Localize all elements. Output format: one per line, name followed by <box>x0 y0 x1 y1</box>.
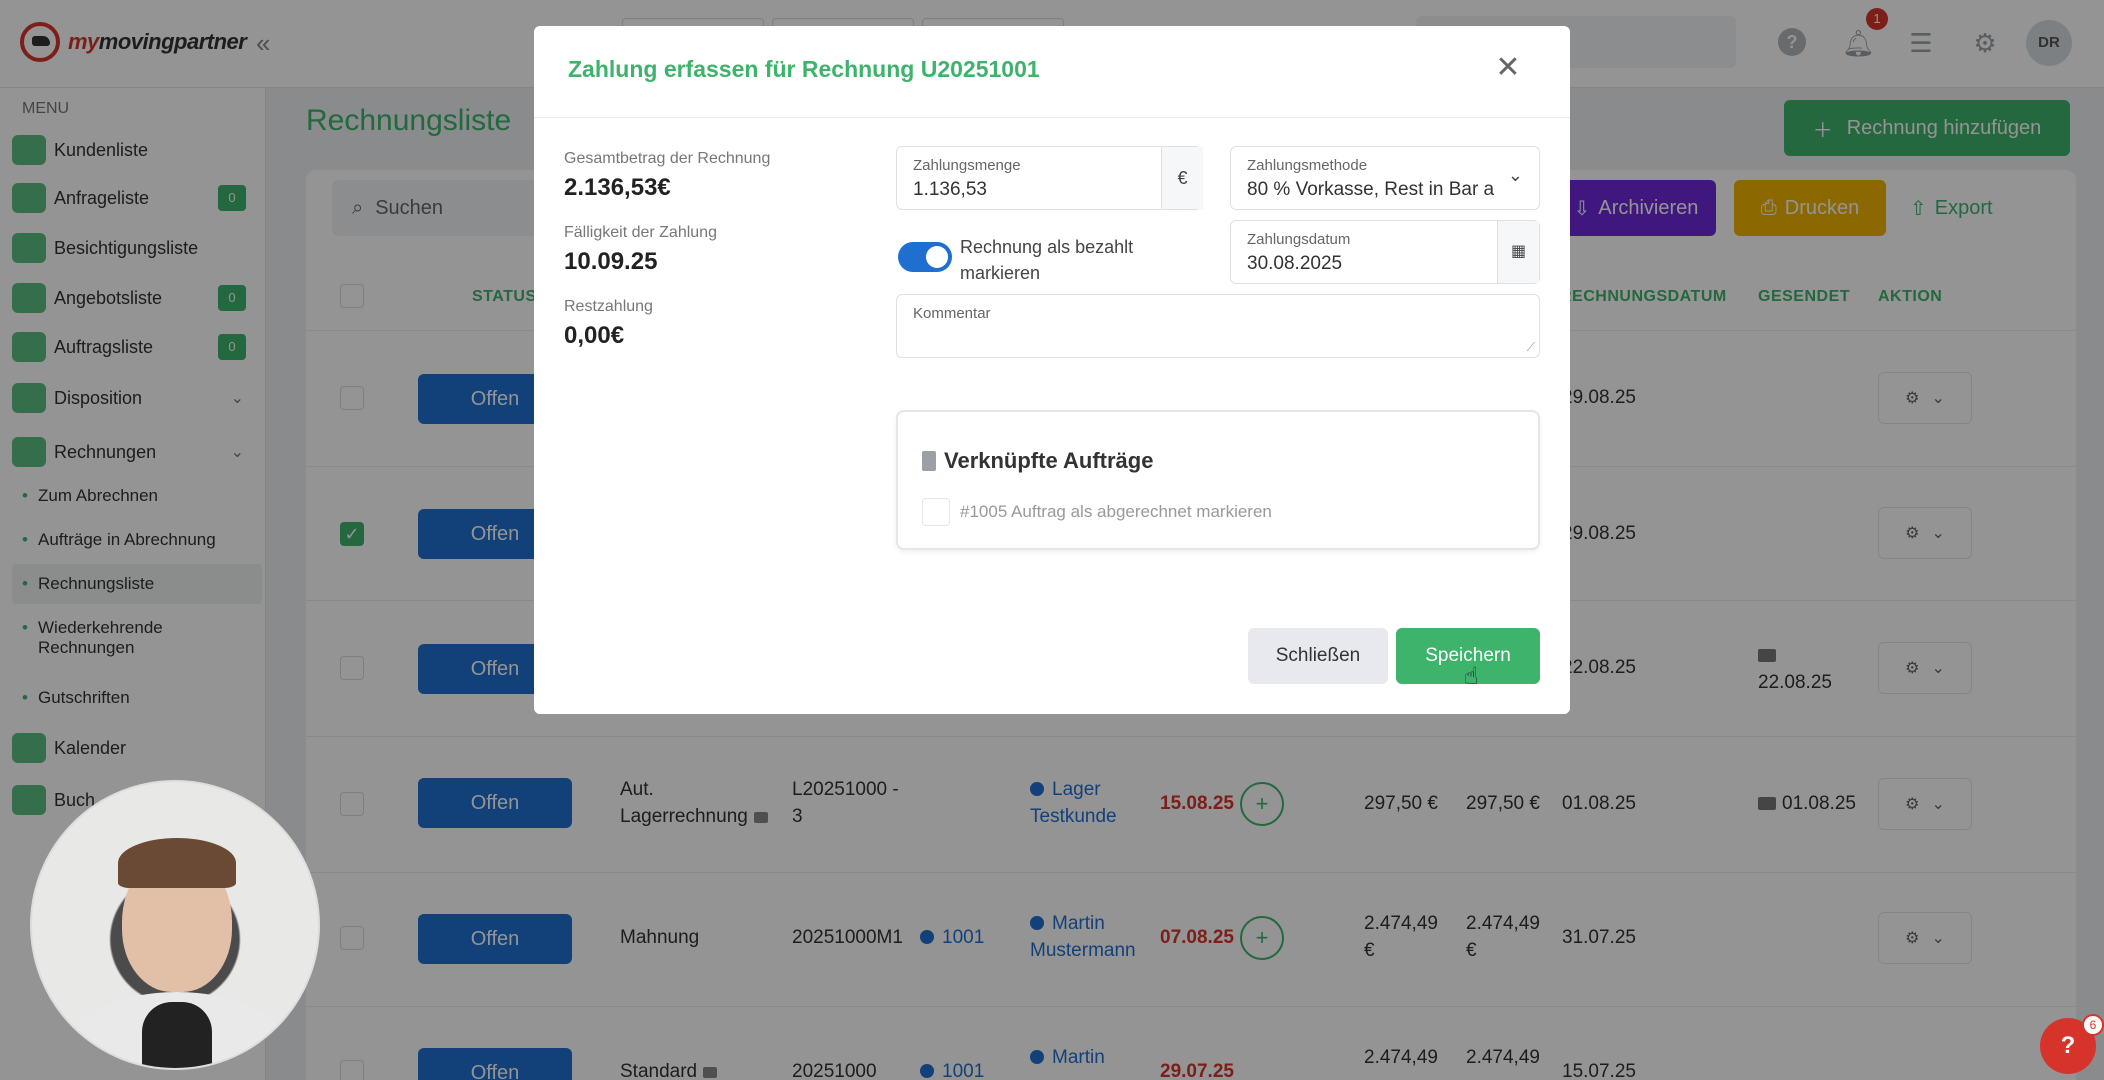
close-icon[interactable]: ✕ <box>1492 52 1524 84</box>
webcam-overlay <box>30 780 320 1070</box>
total-value: 2.136,53€ <box>564 174 671 201</box>
paid-toggle-label: Rechnung als bezahlt markieren <box>960 237 1134 283</box>
amount-field[interactable]: Zahlungsmenge 1.136,53 € <box>896 146 1203 210</box>
mark-order-billed-checkbox[interactable] <box>922 498 950 526</box>
close-button[interactable]: Schließen <box>1248 628 1388 684</box>
mark-order-billed-label: #1005 Auftrag als abgerechnet markieren <box>960 502 1272 521</box>
paid-toggle[interactable] <box>898 242 952 272</box>
document-icon <box>922 451 936 471</box>
payment-date-input[interactable]: 30.08.2025 <box>1247 253 1342 275</box>
chevron-down-icon: ⌄ <box>1507 165 1523 185</box>
payment-modal: Zahlung erfassen für Rechnung U20251001 … <box>534 26 1570 714</box>
amount-input[interactable]: 1.136,53 <box>913 179 987 201</box>
rest-label: Restzahlung <box>564 298 653 315</box>
total-label: Gesamtbetrag der Rechnung <box>564 150 771 167</box>
resize-handle-icon[interactable]: ⟋ <box>1527 340 1535 355</box>
linked-orders-title: Verknüpfte Aufträge <box>944 448 1154 473</box>
microphone-icon <box>142 1002 212 1068</box>
modal-title: Zahlung erfassen für Rechnung U20251001 <box>568 56 1040 82</box>
modal-header: Zahlung erfassen für Rechnung U20251001 … <box>534 26 1570 118</box>
calendar-icon[interactable]: ▦ <box>1497 221 1539 283</box>
due-value: 10.09.25 <box>564 248 658 275</box>
linked-orders-box: Verknüpfte Aufträge #1005 Auftrag als ab… <box>896 410 1540 550</box>
currency-addon: € <box>1161 147 1203 209</box>
help-badge: 6 <box>2082 1014 2104 1036</box>
payment-method-select[interactable]: Zahlungsmethode 80 % Vorkasse, Rest in B… <box>1230 146 1540 210</box>
hand-cursor-icon: ☝ <box>1464 663 1479 690</box>
payment-date-field[interactable]: Zahlungsdatum 30.08.2025 ▦ <box>1230 220 1540 284</box>
rest-value: 0,00€ <box>564 322 625 349</box>
comment-textarea[interactable]: Kommentar ⟋ <box>896 294 1540 358</box>
due-label: Fälligkeit der Zahlung <box>564 224 717 241</box>
